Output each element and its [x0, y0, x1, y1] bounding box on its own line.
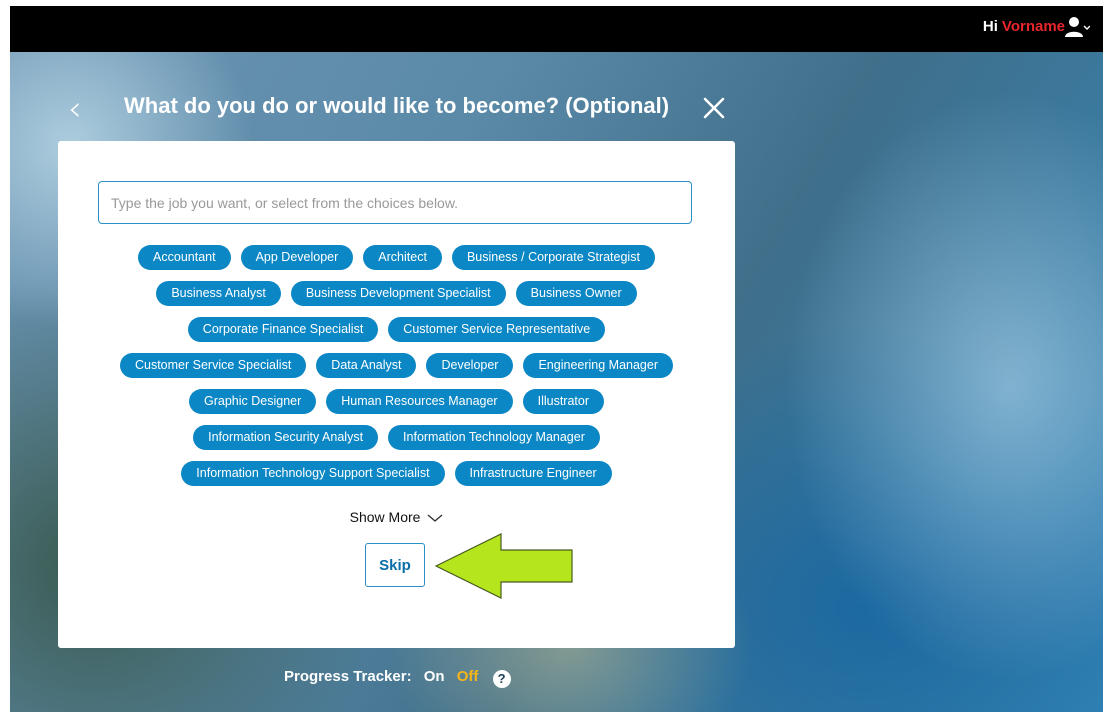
job-chip[interactable]: Illustrator — [522, 389, 604, 414]
top-bar: Hi Vorname — [10, 6, 1103, 52]
job-chip[interactable]: Developer — [426, 353, 514, 378]
job-chip[interactable]: Information Technology Manager — [388, 425, 600, 450]
progress-tracker-on[interactable]: On — [424, 668, 445, 685]
job-chip[interactable]: Human Resources Manager — [326, 389, 513, 414]
progress-tracker-label: Progress Tracker: — [284, 668, 412, 685]
show-more-button[interactable]: Show More — [58, 509, 735, 525]
chevron-down-icon — [427, 514, 443, 523]
job-chip-row: Corporate Finance Specialist Customer Ser… — [58, 317, 735, 342]
job-chip[interactable]: Business Development Specialist — [290, 281, 506, 306]
job-chip[interactable]: Architect — [363, 245, 442, 270]
job-chip[interactable]: Corporate Finance Specialist — [187, 317, 379, 342]
arrow-left-icon — [434, 533, 573, 599]
close-icon[interactable] — [703, 97, 725, 119]
user-icon[interactable] — [1064, 15, 1090, 41]
user-name[interactable]: Vorname — [1002, 18, 1065, 35]
job-chip[interactable]: Information Technology Support Specialis… — [181, 461, 445, 486]
job-chip[interactable]: App Developer — [240, 245, 354, 270]
skip-button[interactable]: Skip — [365, 543, 425, 587]
job-chip-row: Business Analyst Business Development Spe… — [58, 281, 735, 306]
job-chip[interactable]: Customer Service Specialist — [119, 353, 307, 378]
job-chip[interactable]: Business Owner — [515, 281, 637, 306]
job-chip-row: Information Security Analyst Information … — [58, 425, 735, 450]
job-chip[interactable]: Data Analyst — [316, 353, 417, 378]
user-greeting: Hi Vorname — [983, 18, 1065, 35]
job-chip[interactable]: Engineering Manager — [523, 353, 673, 378]
job-chip-row: Accountant App Developer Architect Business… — [58, 245, 735, 270]
job-chip[interactable]: Business / Corporate Strategist — [451, 245, 655, 270]
job-chip[interactable]: Infrastructure Engineer — [454, 461, 612, 486]
progress-tracker-off[interactable]: Off — [457, 668, 479, 685]
job-chip[interactable]: Information Security Analyst — [193, 425, 379, 450]
job-search-input[interactable] — [98, 181, 692, 224]
job-chip[interactable]: Accountant — [138, 245, 231, 270]
dialog-title: What do you do or would like to become? … — [124, 93, 670, 118]
job-chip-row: Customer Service Specialist Data Analyst D… — [58, 353, 735, 378]
job-chip-list: Accountant App Developer Architect Business… — [58, 245, 735, 497]
job-chip-row: Information Technology Support Specialis… — [58, 461, 735, 486]
job-chip[interactable]: Customer Service Representative — [388, 317, 606, 342]
chevron-left-icon[interactable]: ‹ — [68, 92, 88, 126]
progress-tracker: Progress Tracker: On Off ? — [284, 668, 511, 688]
job-chip-row: Graphic Designer Human Resources Manager I… — [58, 389, 735, 414]
app-background: Hi Vorname ‹ What do you do or would like… — [10, 6, 1103, 712]
help-icon[interactable]: ? — [492, 670, 511, 688]
job-chip[interactable]: Graphic Designer — [189, 389, 317, 414]
greeting-text: Hi — [982, 18, 998, 35]
job-selection-card: Accountant App Developer Architect Business… — [58, 141, 735, 648]
job-chip[interactable]: Business Analyst — [156, 281, 281, 306]
show-more-label: Show More — [349, 509, 421, 525]
